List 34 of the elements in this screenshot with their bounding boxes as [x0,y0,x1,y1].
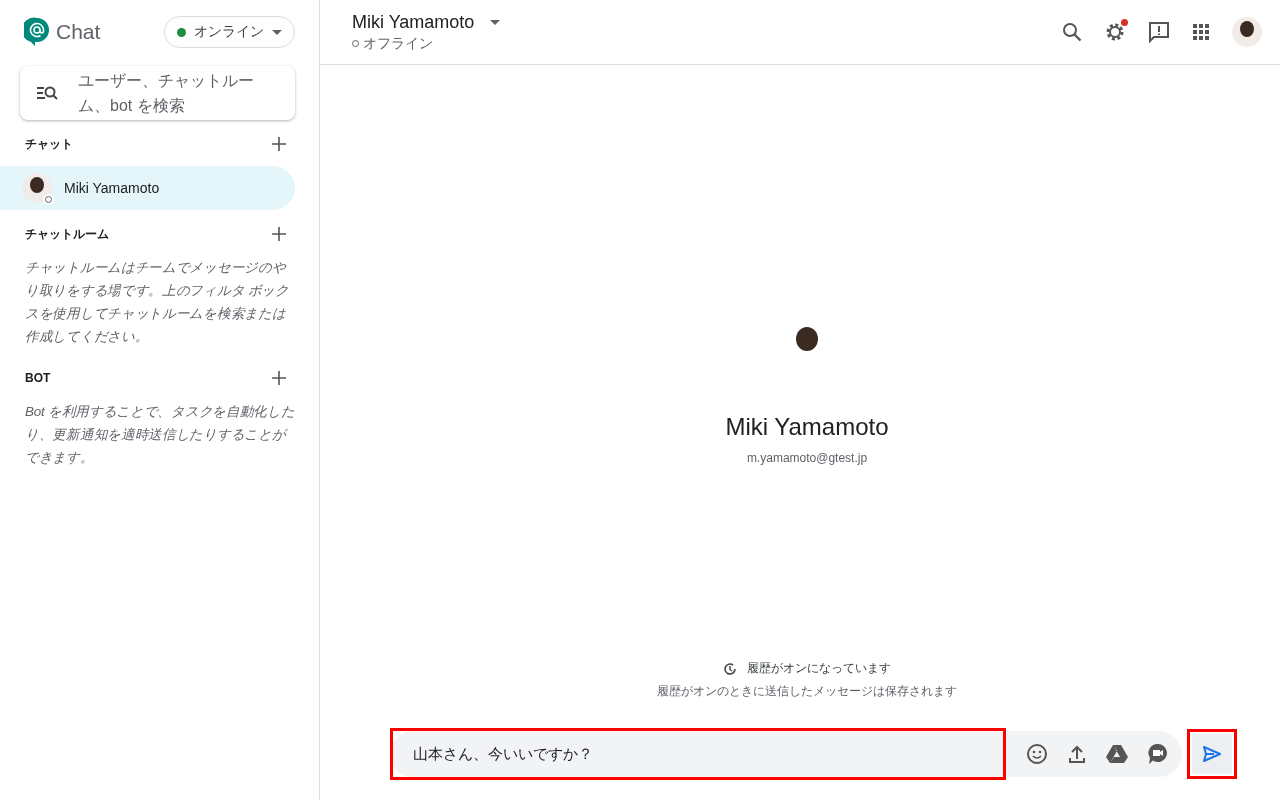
section-description: チャットルームはチームでメッセージのやり取りをする場です。上のフィルタ ボックスを使用してチャットルームを検索または作成してください。 [25,259,290,346]
feedback-icon[interactable] [1148,21,1170,43]
section-description: Bot を利用することで、タスクを自動化したり、更新通知を適時送信したりすることができます。 [25,403,296,467]
video-call-icon[interactable] [1148,743,1168,765]
history-title: 履歴がオンになっています [747,660,891,677]
section-title: チャットルーム [25,225,109,243]
caret-icon[interactable] [490,19,501,25]
history-icon [723,661,737,676]
apps-grid-icon[interactable] [1192,23,1210,41]
profile-name: Miki Yamamoto [725,412,889,441]
chat-list-item[interactable]: Miki Yamamoto [0,166,295,210]
contact-name[interactable]: Miki Yamamoto [352,11,475,33]
caret-icon [272,29,282,35]
section-title: チャット [25,135,73,153]
emoji-icon[interactable] [1026,743,1048,765]
filter-search-icon [36,85,58,101]
search-icon[interactable] [1062,22,1082,42]
section-title: BOT [25,371,51,385]
send-icon [1202,745,1222,763]
add-icon[interactable] [271,370,287,386]
add-icon[interactable] [271,226,287,242]
upload-icon[interactable] [1068,744,1086,764]
account-avatar-icon[interactable] [1232,17,1262,47]
app-name: Chat [56,20,101,44]
add-icon[interactable] [271,136,287,152]
settings-icon[interactable] [1104,21,1126,43]
status-dropdown[interactable]: オンライン [164,16,295,48]
profile-email: m.yamamoto@gtest.jp [746,450,868,465]
contact-status: オフライン [352,34,501,53]
history-note: 履歴がオンのときに送信したメッセージは保存されます [656,683,958,700]
chat-logo-icon [24,17,50,47]
message-field[interactable]: 山本さん、今いいですか？ [390,728,1006,780]
avatar-icon [22,173,52,203]
drive-icon[interactable] [1106,744,1128,764]
